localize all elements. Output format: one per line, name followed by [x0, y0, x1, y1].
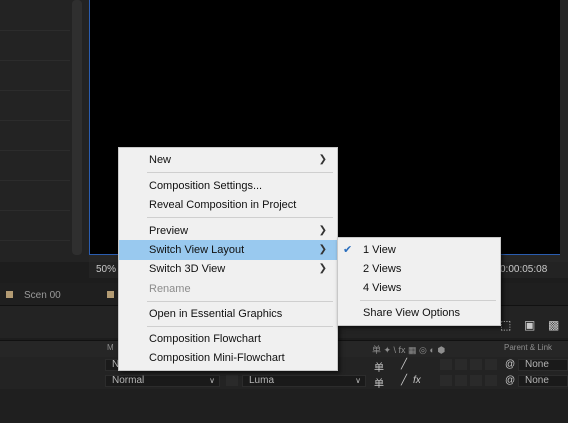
menu-separator [147, 172, 333, 173]
panel-row-divider [0, 120, 70, 121]
tab-label-color [107, 291, 114, 298]
menu-item-rename: Rename [119, 279, 337, 299]
menu-separator [147, 301, 333, 302]
chevron-down-icon: ∨ [355, 376, 361, 385]
menu-item-label: Open in Essential Graphics [149, 308, 283, 320]
switch-box[interactable] [440, 375, 452, 386]
track-matte-select[interactable]: Luma ∨ [242, 375, 366, 387]
view-layout-submenu: ✔ 1 View 2 Views 4 Views Share View Opti… [337, 237, 501, 326]
current-time-field[interactable]: 0:00:05:08 [500, 263, 547, 276]
menu-separator [147, 217, 333, 218]
composition-context-menu: New ❯ Composition Settings... Reveal Com… [118, 147, 338, 371]
menu-item-label: Switch View Layout [149, 244, 245, 256]
parent-link-column-header: Parent & Link [504, 343, 553, 352]
graph-editor-icon[interactable]: ▩ [548, 318, 559, 332]
preserve-transparency-box[interactable] [226, 375, 238, 386]
panel-row-divider [0, 30, 70, 31]
chevron-down-icon: ∨ [209, 376, 215, 385]
panel-row-divider [0, 180, 70, 181]
panel-row-divider [0, 90, 70, 91]
shy-switch-icon[interactable]: 单 [374, 375, 384, 390]
menu-item-composition-settings[interactable]: Composition Settings... [119, 176, 337, 196]
menu-item-preview[interactable]: Preview ❯ [119, 221, 337, 241]
menu-item-label: Composition Settings... [149, 180, 263, 192]
chevron-right-icon: ❯ [318, 225, 327, 236]
submenu-item-label: Share View Options [363, 307, 461, 319]
motion-blur-icon[interactable]: ▣ [524, 318, 535, 332]
panel-row-divider [0, 210, 70, 211]
quality-switch-icon[interactable]: ╱ [401, 375, 407, 386]
panel-row-divider [0, 60, 70, 61]
submenu-item-1-view[interactable]: ✔ 1 View [338, 240, 500, 260]
submenu-item-2-views[interactable]: 2 Views [338, 259, 500, 279]
menu-item-switch-3d-view[interactable]: Switch 3D View ❯ [119, 259, 337, 279]
menu-item-composition-flowchart[interactable]: Composition Flowchart [119, 329, 337, 349]
menu-item-composition-mini-flowchart[interactable]: Composition Mini-Flowchart [119, 348, 337, 368]
switch-box[interactable] [455, 375, 467, 386]
draft-3d-icon[interactable]: ⬚ [500, 318, 511, 332]
menu-item-label: New [149, 154, 172, 166]
menu-item-label: Reveal Composition in Project [149, 199, 297, 211]
menu-item-label: Switch 3D View [149, 263, 226, 275]
chevron-right-icon: ❯ [318, 244, 327, 255]
blend-mode-select[interactable]: Normal ∨ [105, 375, 220, 387]
track-matte-value: Luma [249, 375, 275, 386]
chevron-right-icon: ❯ [318, 263, 327, 274]
menu-item-new[interactable]: New ❯ [119, 150, 337, 170]
menu-item-switch-view-layout[interactable]: Switch View Layout ❯ [119, 240, 337, 260]
chevron-right-icon: ❯ [318, 154, 327, 165]
timeline-empty-area [0, 389, 568, 423]
menu-item-label: Preview [149, 225, 189, 237]
switch-box[interactable] [440, 359, 452, 370]
submenu-item-share-view-options[interactable]: Share View Options [338, 303, 500, 323]
project-panel-scrollbar[interactable] [72, 0, 82, 255]
quality-switch-icon[interactable]: ╱ [401, 359, 407, 370]
pickwhip-icon[interactable]: @ [505, 375, 515, 386]
panel-row-divider [0, 150, 70, 151]
switch-box[interactable] [485, 359, 497, 370]
mode-column-header: M [107, 343, 114, 352]
panel-row-divider [0, 240, 70, 241]
menu-item-reveal-in-project[interactable]: Reveal Composition in Project [119, 195, 337, 215]
submenu-item-label: 1 View [363, 244, 396, 256]
fx-switch-icon[interactable]: fx [413, 375, 421, 386]
submenu-item-label: 2 Views [363, 263, 402, 275]
switch-box[interactable] [455, 359, 467, 370]
checkmark-icon: ✔ [343, 244, 353, 256]
submenu-item-label: 4 Views [363, 282, 402, 294]
menu-separator [147, 326, 333, 327]
tab-timeline[interactable]: Scen 00 [24, 290, 61, 301]
menu-item-label: Composition Mini-Flowchart [149, 352, 285, 364]
switch-box[interactable] [485, 375, 497, 386]
pickwhip-icon[interactable]: @ [505, 359, 515, 370]
parent-select[interactable]: None [518, 359, 568, 371]
menu-item-label: Rename [149, 283, 191, 295]
menu-item-label: Composition Flowchart [149, 333, 261, 345]
parent-select[interactable]: None [518, 375, 568, 387]
submenu-item-4-views[interactable]: 4 Views [338, 278, 500, 298]
tab-label-color [6, 291, 13, 298]
switches-column-header: 单 ✦ \ fx ▦ ◎ ◐ ⬢ [372, 345, 446, 355]
shy-switch-icon[interactable]: 单 [374, 359, 384, 374]
menu-separator [360, 300, 496, 301]
blend-mode-value: Normal [112, 375, 145, 386]
switch-box[interactable] [470, 359, 482, 370]
menu-item-open-essential-graphics[interactable]: Open in Essential Graphics [119, 304, 337, 324]
switch-box[interactable] [470, 375, 482, 386]
